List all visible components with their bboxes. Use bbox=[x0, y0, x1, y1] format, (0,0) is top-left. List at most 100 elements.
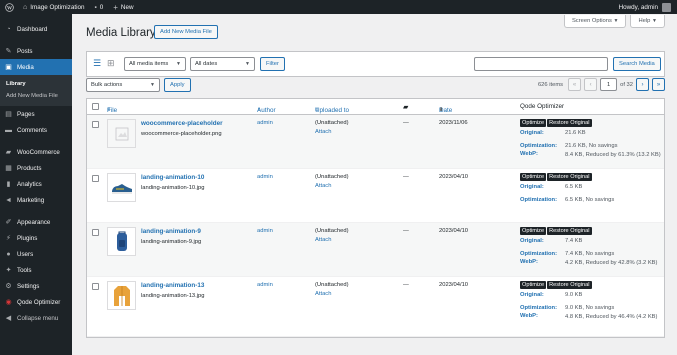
media-type-select[interactable]: All media items ▼ bbox=[124, 57, 186, 71]
current-page-input[interactable]: 1 bbox=[600, 78, 618, 91]
restore-original-button[interactable]: Restore Original bbox=[547, 173, 592, 181]
list-view-icon[interactable]: ☰ bbox=[93, 58, 101, 69]
media-icon: ▣ bbox=[5, 64, 12, 71]
account-menu[interactable]: Howdy, admin bbox=[614, 0, 677, 14]
howdy-label: Howdy, admin bbox=[618, 3, 658, 11]
media-type-value: All media items bbox=[129, 61, 169, 67]
chevron-down-icon: ▼ bbox=[613, 18, 619, 24]
optimize-button[interactable]: Optimize bbox=[520, 173, 547, 181]
apply-button[interactable]: Apply bbox=[164, 78, 191, 92]
sort-icon: ⇕ bbox=[257, 106, 262, 113]
new-content-link[interactable]: + New bbox=[108, 0, 138, 14]
sidebar-item-woocommerce[interactable]: ▰ WooCommerce bbox=[0, 144, 72, 160]
sidebar-item-media[interactable]: ▣ Media bbox=[0, 59, 72, 75]
comments-link[interactable]: ▪ 0 bbox=[89, 0, 108, 14]
svg-text:W: W bbox=[6, 5, 12, 11]
search-media-button[interactable]: Search Media bbox=[613, 57, 661, 71]
optimize-button[interactable]: Optimize bbox=[520, 119, 547, 127]
sidebar-item-dashboard[interactable]: ◔ Dashboard bbox=[0, 21, 72, 37]
brush-icon: ✐ bbox=[5, 219, 12, 226]
last-page-button[interactable]: » bbox=[652, 78, 665, 91]
wordpress-logo-icon[interactable]: W bbox=[0, 0, 18, 14]
bulk-actions-select[interactable]: Bulk actions ▼ bbox=[86, 78, 160, 92]
collapse-menu-button[interactable]: ◀ Collapse menu bbox=[0, 310, 72, 326]
sidebar-item-label: Analytics bbox=[17, 180, 42, 188]
comment-column-icon[interactable]: ▰ bbox=[403, 103, 408, 111]
optimization-result: 6.5 KB, No savings bbox=[565, 197, 615, 203]
shoe-thumbnail[interactable] bbox=[107, 173, 136, 202]
next-page-button[interactable]: › bbox=[636, 78, 649, 91]
sidebar-item-marketing[interactable]: ◄ Marketing bbox=[0, 192, 72, 208]
sidebar-item-analytics[interactable]: ▮ Analytics bbox=[0, 176, 72, 192]
sidebar-item-label: Posts bbox=[17, 47, 33, 55]
media-title-link[interactable]: woocommerce-placeholder bbox=[141, 120, 223, 127]
jacket-thumbnail[interactable] bbox=[107, 281, 136, 310]
sidebar-item-appearance[interactable]: ✐ Appearance bbox=[0, 214, 72, 230]
sidebar-item-users[interactable]: ● Users bbox=[0, 246, 72, 262]
original-size: 6.5 KB bbox=[565, 184, 583, 190]
row-checkbox[interactable] bbox=[92, 121, 99, 128]
attach-link[interactable]: Attach bbox=[315, 183, 331, 189]
optimization-label: Optimization: bbox=[520, 251, 558, 257]
help-tab[interactable]: Help ▼ bbox=[630, 15, 665, 28]
attach-link[interactable]: Attach bbox=[315, 129, 331, 135]
screen-options-tab[interactable]: Screen Options ▼ bbox=[563, 15, 627, 28]
restore-original-button[interactable]: Restore Original bbox=[547, 227, 592, 235]
admin-bar: W ⌂ Image Optimization ▪ 0 + New Howdy, … bbox=[0, 0, 677, 14]
row-checkbox[interactable] bbox=[92, 229, 99, 236]
optimize-button[interactable]: Optimize bbox=[520, 281, 547, 289]
placeholder-thumbnail[interactable] bbox=[107, 119, 136, 148]
sidebar-item-settings[interactable]: ⚙ Settings bbox=[0, 278, 72, 294]
page-title: Media Library bbox=[86, 27, 156, 39]
author-link[interactable]: admin bbox=[257, 282, 273, 288]
author-link[interactable]: admin bbox=[257, 228, 273, 234]
help-label: Help bbox=[638, 18, 651, 24]
sidebar-item-tools[interactable]: ✦ Tools bbox=[0, 262, 72, 278]
site-name-link[interactable]: ⌂ Image Optimization bbox=[18, 0, 89, 14]
sidebar-item-pages[interactable]: ▤ Pages bbox=[0, 106, 72, 122]
home-icon: ⌂ bbox=[23, 3, 28, 11]
media-title-link[interactable]: landing-animation-9 bbox=[141, 228, 201, 235]
date-select[interactable]: All dates ▼ bbox=[190, 57, 255, 71]
sidebar-item-qode-optimizer[interactable]: ◉ Qode Optimizer bbox=[0, 294, 72, 310]
sidebar-item-plugins[interactable]: ⚡ Plugins bbox=[0, 230, 72, 246]
attach-link[interactable]: Attach bbox=[315, 291, 331, 297]
media-title-link[interactable]: landing-animation-10 bbox=[141, 174, 204, 181]
sidebar-item-posts[interactable]: ✎ Posts bbox=[0, 43, 72, 59]
author-link[interactable]: admin bbox=[257, 120, 273, 126]
sidebar-item-label: Products bbox=[17, 164, 42, 172]
search-input[interactable] bbox=[474, 57, 608, 71]
submenu-library[interactable]: Library bbox=[0, 78, 72, 90]
first-page-button[interactable]: « bbox=[568, 78, 582, 91]
row-checkbox[interactable] bbox=[92, 283, 99, 290]
sidebar-item-comments[interactable]: ▬ Comments bbox=[0, 122, 72, 138]
optimize-button[interactable]: Optimize bbox=[520, 227, 547, 235]
add-new-media-button[interactable]: Add New Media File bbox=[154, 25, 218, 39]
restore-original-button[interactable]: Restore Original bbox=[547, 119, 592, 127]
original-size: 7.4 KB bbox=[565, 238, 583, 244]
row-checkbox[interactable] bbox=[92, 175, 99, 182]
sidebar-item-products[interactable]: ▦ Products bbox=[0, 160, 72, 176]
chevron-down-icon: ▼ bbox=[652, 18, 657, 24]
sidebar-item-label: Qode Optimizer bbox=[17, 298, 61, 306]
sidebar-item-label: Dashboard bbox=[17, 25, 48, 33]
submenu-add-new[interactable]: Add New Media File bbox=[0, 90, 72, 102]
screen-options-label: Screen Options bbox=[571, 18, 612, 24]
grid-view-icon[interactable]: ⊞ bbox=[107, 58, 115, 69]
restore-original-button[interactable]: Restore Original bbox=[547, 281, 592, 289]
comment-icon: ▬ bbox=[5, 126, 12, 134]
attach-link[interactable]: Attach bbox=[315, 237, 331, 243]
select-all-checkbox[interactable] bbox=[92, 103, 99, 110]
pin-icon: ✎ bbox=[5, 48, 12, 55]
comment-bubble-icon: ▪ bbox=[94, 3, 97, 11]
filter-button[interactable]: Filter bbox=[260, 57, 285, 71]
sidebar-item-label: Tools bbox=[17, 266, 32, 274]
qode-icon: ◉ bbox=[5, 299, 12, 306]
comments-count: — bbox=[403, 282, 409, 288]
total-pages: of 32 bbox=[620, 81, 633, 88]
bag-thumbnail[interactable] bbox=[107, 227, 136, 256]
upload-date: 2023/04/10 bbox=[439, 228, 469, 234]
prev-page-button[interactable]: ‹ bbox=[584, 78, 598, 91]
author-link[interactable]: admin bbox=[257, 174, 273, 180]
media-title-link[interactable]: landing-animation-13 bbox=[141, 282, 204, 289]
